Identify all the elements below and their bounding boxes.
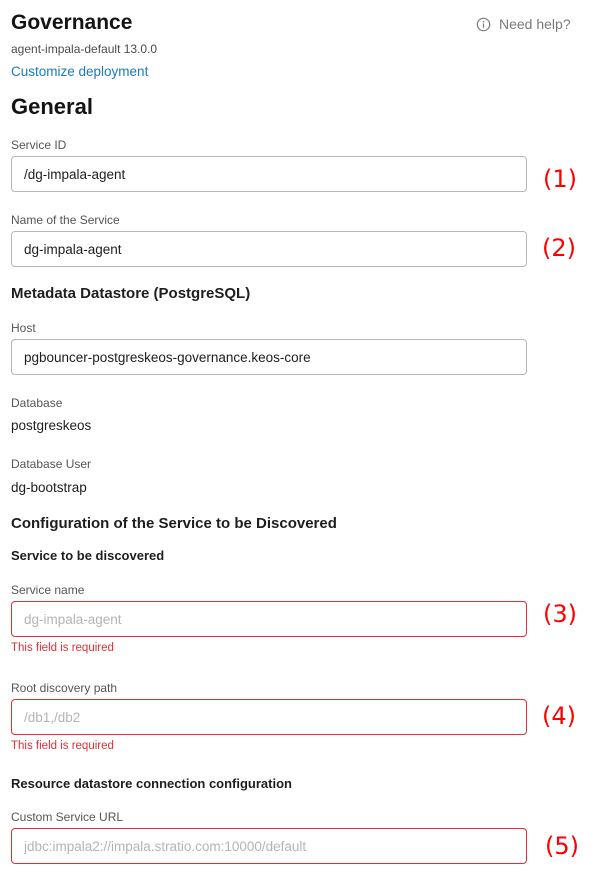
host-input[interactable]	[11, 339, 527, 375]
annotation-4: (4)	[542, 702, 576, 730]
root-path-input[interactable]	[11, 699, 527, 735]
custom-url-input[interactable]	[11, 828, 527, 864]
database-user-value: dg-bootstrap	[11, 480, 87, 495]
service-name-label: Name of the Service	[11, 213, 120, 227]
service-id-label: Service ID	[11, 138, 67, 152]
service-id-input[interactable]	[11, 156, 527, 192]
help-link[interactable]: Need help?	[476, 16, 571, 32]
annotation-2: (2)	[542, 234, 576, 262]
customize-deployment-link[interactable]: Customize deployment	[11, 64, 148, 79]
section-heading-discovery: Configuration of the Service to be Disco…	[11, 515, 337, 532]
service-name-input[interactable]	[11, 231, 527, 267]
database-user-label: Database User	[11, 457, 92, 471]
root-path-label: Root discovery path	[11, 681, 118, 695]
database-label: Database	[11, 396, 63, 410]
section-heading-general: General	[11, 94, 93, 119]
discovered-service-name-label: Service name	[11, 583, 85, 597]
database-value: postgreskeos	[11, 418, 92, 433]
discovered-service-name-input[interactable]	[11, 601, 527, 637]
root-path-error: This field is required	[11, 740, 114, 752]
info-circle-icon	[476, 17, 491, 32]
subsection-heading-service: Service to be discovered	[11, 548, 165, 563]
package-version: agent-impala-default 13.0.0	[11, 42, 158, 56]
annotation-1: (1)	[543, 165, 577, 193]
section-heading-metadata: Metadata Datastore (PostgreSQL)	[11, 285, 251, 302]
help-label: Need help?	[499, 16, 571, 32]
service-name-error: This field is required	[11, 642, 114, 654]
custom-url-label: Custom Service URL	[11, 810, 124, 824]
subsection-heading-resource: Resource datastore connection configurat…	[11, 776, 292, 791]
page-title: Governance	[11, 11, 133, 34]
host-label: Host	[11, 321, 36, 335]
annotation-5: (5)	[545, 832, 579, 860]
annotation-3: (3)	[543, 600, 577, 628]
